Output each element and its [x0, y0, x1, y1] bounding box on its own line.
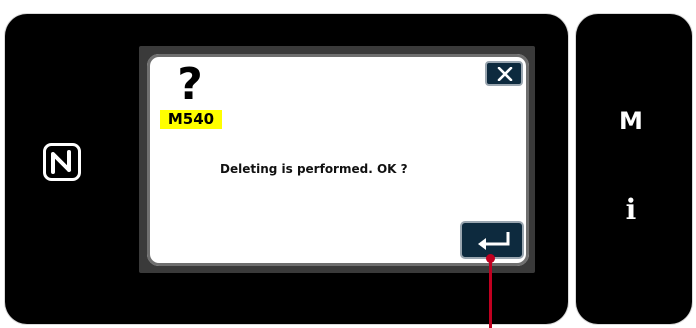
close-icon	[497, 67, 513, 81]
dialog-message: Deleting is performed. OK ?	[220, 162, 408, 176]
callout-line	[489, 262, 492, 328]
enter-icon	[478, 232, 510, 250]
side-panel	[576, 14, 692, 324]
menu-key[interactable]: M	[611, 106, 651, 136]
message-code-badge: M540	[160, 110, 222, 129]
close-button[interactable]	[485, 61, 523, 86]
info-key[interactable]: i	[614, 192, 648, 228]
nfc-icon	[43, 143, 81, 181]
device-ui: ? M540 Deleting is performed. OK ? M i	[0, 0, 696, 328]
question-mark-icon: ?	[177, 59, 203, 110]
